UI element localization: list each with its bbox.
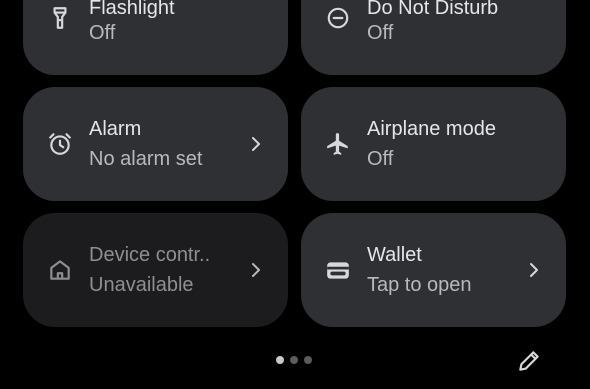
airplane-icon [325,131,351,157]
alarm-clock-icon [47,131,73,157]
chevron-right-icon [524,260,544,280]
tile-status: No alarm set [89,148,203,170]
tile-label: Do Not Disturb [367,0,499,19]
edit-tiles-button[interactable] [516,348,542,374]
page-dot[interactable] [304,356,312,364]
tile-status: Off [367,148,394,170]
pencil-icon [519,351,539,371]
tile-label: Flashlight [89,0,175,19]
chevron-right-icon [246,260,266,280]
tile-status: Tap to open [367,274,472,296]
tile-label: Airplane mode [367,118,496,140]
chevron-right-icon [246,134,266,154]
tile-status: Off [367,22,394,44]
tile-alarm[interactable]: Alarm No alarm set [23,87,288,201]
tile-label: Device contr.. [89,244,211,266]
page-dot[interactable] [290,356,298,364]
tile-wallet[interactable]: Wallet Tap to open [301,213,566,327]
tile-flashlight[interactable]: Flashlight Off [23,0,288,75]
tile-airplane-mode[interactable]: Airplane mode Off [301,87,566,201]
do-not-disturb-icon [325,5,351,31]
tile-label: Wallet [367,244,422,266]
tile-status: Off [89,22,116,44]
flashlight-icon [47,5,73,31]
page-indicator [276,356,312,364]
tile-status: Unavailable [89,274,194,296]
page-dot[interactable] [276,356,284,364]
wallet-icon [325,257,351,283]
tile-do-not-disturb[interactable]: Do Not Disturb Off [301,0,566,75]
home-icon [47,257,73,283]
tile-device-controls[interactable]: Device contr.. Unavailable [23,213,288,327]
tile-label: Alarm [89,118,142,140]
